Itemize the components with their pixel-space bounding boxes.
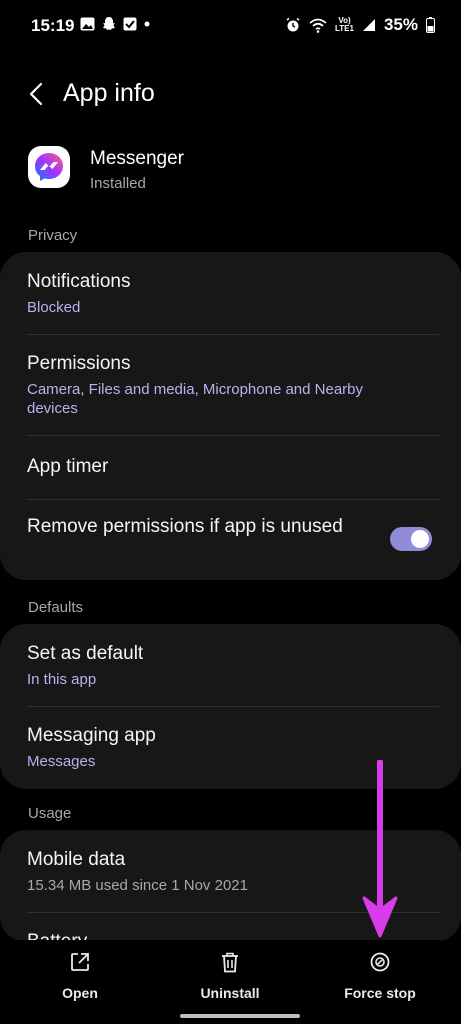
annotation-arrow-icon bbox=[362, 760, 398, 938]
notification-icons bbox=[80, 16, 150, 31]
bottom-action-bar: Open Uninstall Force stop bbox=[0, 940, 461, 1024]
settings-item-remove-permissions[interactable]: Remove permissions if app is unused bbox=[0, 499, 461, 580]
home-indicator bbox=[180, 1014, 300, 1018]
page-title: App info bbox=[63, 79, 155, 107]
item-subtitle: Messages bbox=[27, 753, 96, 770]
section-label-usage: Usage bbox=[28, 805, 72, 822]
block-icon bbox=[370, 948, 390, 976]
app-bar: App info bbox=[0, 72, 461, 116]
force-stop-button[interactable]: Force stop bbox=[315, 948, 445, 1008]
system-icons: Vo) LTE1 35% bbox=[285, 15, 435, 35]
privacy-card: Notifications Blocked Permissions Camera… bbox=[0, 252, 461, 580]
messenger-app-icon bbox=[28, 146, 70, 188]
toggle-knob bbox=[411, 530, 429, 548]
item-title: Mobile data bbox=[27, 849, 126, 870]
back-button[interactable] bbox=[22, 78, 50, 110]
item-title: Set as default bbox=[27, 643, 144, 664]
settings-item-set-as-default[interactable]: Set as default In this app bbox=[0, 624, 461, 706]
app-summary: Messenger Installed bbox=[0, 140, 461, 200]
remove-permissions-toggle[interactable] bbox=[390, 527, 432, 551]
status-bar: 15:19 Vo) LTE1 35% bbox=[0, 0, 461, 52]
item-title: Messaging app bbox=[27, 725, 156, 746]
back-arrow-icon bbox=[29, 82, 43, 106]
app-name: Messenger bbox=[90, 148, 184, 169]
battery-percentage: 35% bbox=[383, 15, 418, 34]
wifi-icon bbox=[309, 18, 327, 33]
open-label: Open bbox=[62, 985, 98, 1001]
more-notifications-dot-icon bbox=[144, 21, 150, 27]
gallery-icon bbox=[80, 17, 95, 31]
snapchat-icon bbox=[102, 16, 116, 31]
volte-label-line-2: LTE1 bbox=[335, 24, 354, 33]
checkbox-icon bbox=[123, 17, 137, 31]
item-subtitle: In this app bbox=[27, 671, 97, 688]
alarm-icon bbox=[285, 17, 301, 33]
item-title: Notifications bbox=[27, 271, 131, 292]
force-stop-label: Force stop bbox=[344, 985, 416, 1001]
volte-label: Vo) LTE1 bbox=[335, 17, 354, 33]
open-external-icon bbox=[70, 948, 90, 976]
item-subtitle: Camera, Files and media, Microphone and … bbox=[27, 381, 363, 417]
app-install-status: Installed bbox=[90, 175, 146, 192]
section-label-defaults: Defaults bbox=[28, 599, 84, 616]
section-label-privacy: Privacy bbox=[28, 227, 78, 244]
battery-icon bbox=[426, 17, 435, 33]
status-time: 15:19 bbox=[31, 16, 75, 35]
settings-item-app-timer[interactable]: App timer bbox=[0, 435, 461, 499]
item-title: App timer bbox=[27, 456, 109, 477]
open-button[interactable]: Open bbox=[15, 948, 145, 1008]
trash-icon bbox=[221, 948, 239, 976]
uninstall-button[interactable]: Uninstall bbox=[165, 948, 295, 1008]
item-subtitle: Blocked bbox=[27, 299, 81, 316]
item-subtitle: 15.34 MB used since 1 Nov 2021 bbox=[27, 877, 248, 894]
uninstall-label: Uninstall bbox=[200, 985, 260, 1001]
settings-item-notifications[interactable]: Notifications Blocked bbox=[0, 252, 461, 334]
item-title: Remove permissions if app is unused bbox=[27, 516, 343, 537]
settings-item-permissions[interactable]: Permissions Camera, Files and media, Mic… bbox=[0, 334, 461, 435]
item-title: Permissions bbox=[27, 353, 131, 374]
signal-icon bbox=[362, 18, 376, 32]
